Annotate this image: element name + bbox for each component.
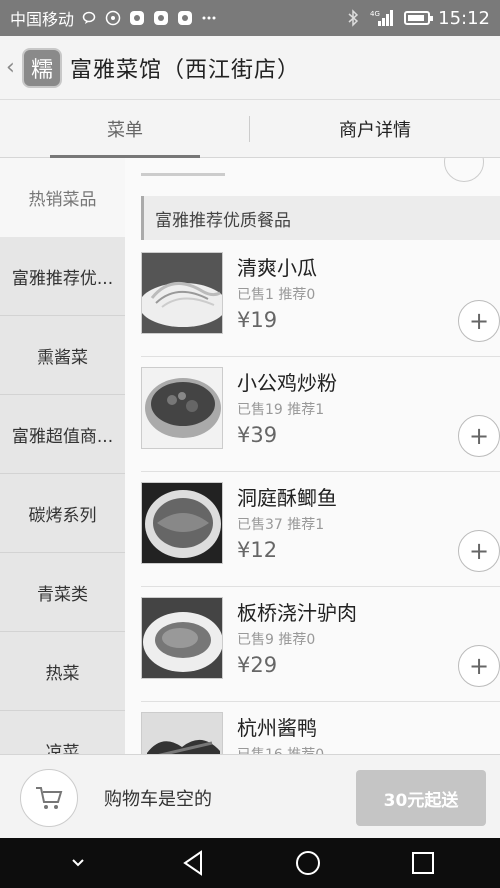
recents-square-icon[interactable] — [403, 843, 443, 883]
dish-price: ¥19 — [237, 308, 278, 332]
sidebar-item-greens[interactable]: 青菜类 — [0, 553, 125, 632]
dish-sales: 已售16 推荐0 — [237, 744, 324, 754]
tab-menu[interactable]: 菜单 — [0, 100, 250, 158]
battery-icon — [404, 11, 434, 25]
tab-divider — [249, 116, 250, 142]
plus-icon: + — [468, 422, 490, 450]
dish-name: 小公鸡炒粉 — [237, 371, 337, 395]
section-header: 富雅推荐优质餐品 — [141, 196, 500, 240]
cart-button[interactable] — [20, 769, 78, 827]
back-icon[interactable]: ‹ — [6, 55, 22, 80]
store-header: ‹ 糯 富雅菜馆（西江街店） — [0, 36, 500, 100]
dish-name: 杭州酱鸭 — [237, 716, 317, 740]
sidebar-item-hot-dishes-2[interactable]: 热菜 — [0, 632, 125, 711]
clock: 15:12 — [438, 7, 490, 29]
dish-name: 洞庭酥鲫鱼 — [237, 486, 337, 510]
dish-name: 清爽小瓜 — [237, 256, 317, 280]
shopping-cart-icon — [36, 787, 63, 809]
previous-item-fragment — [141, 168, 225, 176]
menu-item[interactable]: 杭州酱鸭 已售16 推荐0 — [141, 702, 500, 754]
more-icon — [200, 9, 218, 27]
app-notification-icon — [128, 9, 146, 27]
sidebar-item-hot-dishes[interactable]: 热销菜品 — [0, 158, 125, 237]
dish-sales: 已售9 推荐0 — [237, 632, 316, 648]
sidebar-item-charcoal-grill[interactable]: 碳烤系列 — [0, 474, 125, 553]
dish-price: ¥39 — [237, 423, 278, 447]
menu-list[interactable]: 富雅推荐优质餐品 清爽小瓜 已售1 推荐0 ¥19 + 小公鸡炒粉 已售19 推… — [125, 158, 500, 754]
dish-price: ¥29 — [237, 653, 278, 677]
add-to-cart-button[interactable]: + — [458, 530, 500, 572]
dish-photo — [141, 367, 223, 449]
status-bar: 中国移动 4G 15:12 — [0, 0, 500, 36]
store-title: 富雅菜馆（西江街店） — [70, 57, 301, 83]
category-sidebar[interactable]: 热销菜品 富雅推荐优... 熏酱菜 富雅超值商... 碳烤系列 青菜类 热菜 凉… — [0, 158, 125, 754]
minimum-order-button[interactable]: 30元起送 — [356, 770, 486, 826]
add-to-cart-button[interactable]: + — [458, 415, 500, 457]
dish-sales: 已售1 推荐0 — [237, 287, 316, 303]
menu-item[interactable]: 洞庭酥鲫鱼 已售37 推荐1 ¥12 + — [141, 472, 500, 587]
tab-bar: 菜单 商户详情 — [0, 100, 500, 158]
wifi-settings-icon — [104, 9, 122, 27]
plus-icon: + — [468, 537, 490, 565]
network-type: 4G — [370, 10, 380, 18]
menu-item[interactable]: 板桥浇汁驴肉 已售9 推荐0 ¥29 + — [141, 587, 500, 702]
dish-sales: 已售37 推荐1 — [237, 517, 325, 533]
home-circle-icon[interactable] — [288, 843, 328, 883]
plus-icon: + — [468, 307, 490, 335]
sidebar-item-value-deals[interactable]: 富雅超值商... — [0, 395, 125, 474]
dish-name: 板桥浇汁驴肉 — [237, 601, 357, 625]
menu-item[interactable]: 清爽小瓜 已售1 推荐0 ¥19 + — [141, 242, 500, 357]
back-triangle-icon[interactable] — [173, 843, 213, 883]
cart-bar: 购物车是空的 30元起送 — [0, 754, 500, 838]
add-to-cart-button[interactable]: + — [458, 300, 500, 342]
dish-sales: 已售19 推荐1 — [237, 402, 325, 418]
sidebar-item-recommended[interactable]: 富雅推荐优... — [0, 237, 125, 316]
cart-status: 购物车是空的 — [104, 789, 212, 810]
sidebar-item-smoked-sauced[interactable]: 熏酱菜 — [0, 316, 125, 395]
bluetooth-icon — [344, 9, 362, 27]
notification-icons — [80, 9, 218, 27]
carrier-name: 中国移动 — [10, 10, 75, 29]
app-notification-icon — [176, 9, 194, 27]
signal-icon: 4G — [370, 9, 396, 27]
chat-bubble-icon — [80, 9, 98, 27]
sidebar-item-cold-dishes[interactable]: 凉菜 — [0, 711, 125, 755]
app-notification-icon — [152, 9, 170, 27]
add-to-cart-button[interactable]: + — [458, 645, 500, 687]
dish-photo — [141, 252, 223, 334]
store-logo: 糯 — [22, 47, 62, 88]
system-nav-bar — [0, 838, 500, 888]
dish-price: ¥12 — [237, 538, 278, 562]
dish-photo — [141, 712, 223, 754]
plus-icon: + — [468, 652, 490, 680]
tab-store-details[interactable]: 商户详情 — [250, 100, 500, 157]
chevron-down-icon[interactable] — [58, 843, 98, 883]
previous-add-button[interactable] — [444, 158, 484, 182]
menu-item[interactable]: 小公鸡炒粉 已售19 推荐1 ¥39 + — [141, 357, 500, 472]
dish-photo — [141, 482, 223, 564]
dish-photo — [141, 597, 223, 679]
